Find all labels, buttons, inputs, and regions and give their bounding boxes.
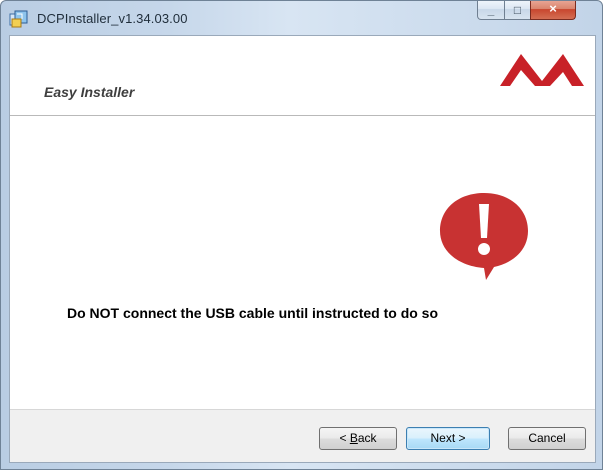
next-button[interactable]: Next >: [406, 427, 490, 450]
button-bar: < Back Next > Cancel: [10, 409, 595, 462]
exclamation-speech-bubble-icon: [440, 193, 528, 280]
cancel-button[interactable]: Cancel: [508, 427, 586, 450]
title-bar[interactable]: DCPInstaller_v1.34.03.00 _ □ ×: [1, 1, 602, 35]
installer-window: DCPInstaller_v1.34.03.00 _ □ × Easy Inst…: [0, 0, 603, 470]
minimize-icon: _: [487, 3, 495, 17]
window-title: DCPInstaller_v1.34.03.00: [37, 11, 188, 26]
installer-icon: [9, 10, 28, 28]
back-suffix: ack: [357, 431, 377, 445]
installer-content: Easy Installer Do NOT connect the USB ca…: [9, 35, 596, 463]
minimize-button[interactable]: _: [477, 1, 505, 20]
usb-warning-message: Do NOT connect the USB cable until instr…: [67, 305, 439, 321]
close-button[interactable]: ×: [530, 1, 576, 20]
caption-buttons: _ □ ×: [477, 1, 596, 21]
brand-logo-icon: [500, 54, 584, 86]
maximize-button[interactable]: □: [504, 1, 531, 20]
back-prefix: <: [339, 431, 350, 445]
close-icon: ×: [549, 1, 557, 16]
back-button[interactable]: < Back: [319, 427, 397, 450]
maximize-icon: □: [513, 3, 522, 17]
installer-header: Easy Installer: [10, 36, 595, 116]
page-title: Easy Installer: [44, 84, 135, 100]
back-accesskey: B: [349, 431, 358, 445]
